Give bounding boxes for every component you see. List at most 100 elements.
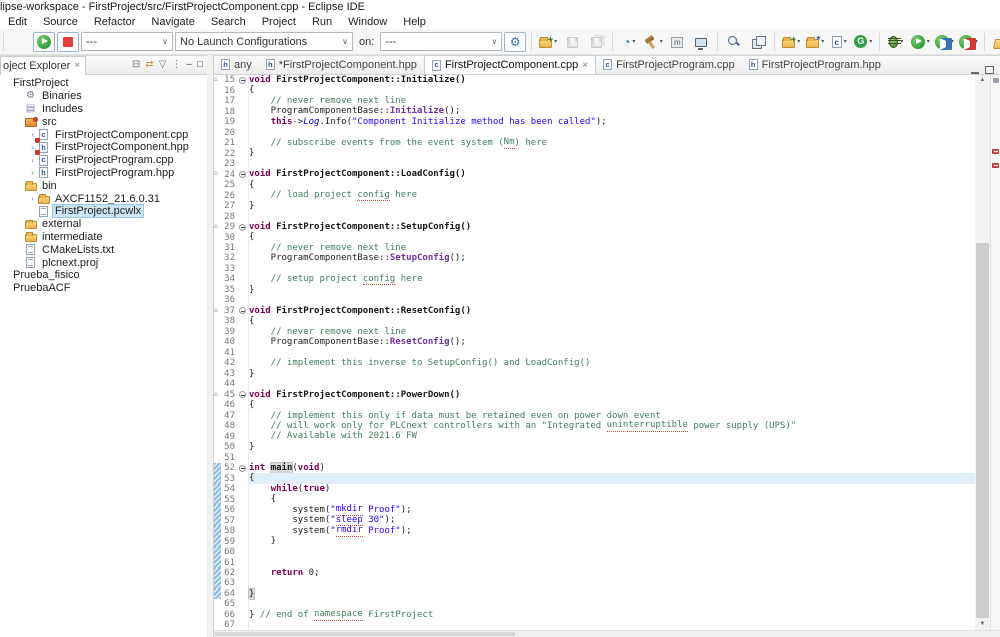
tree-item-prueba-fisico[interactable]: Prueba_fisico [0, 269, 207, 282]
fold-control[interactable] [237, 390, 249, 400]
fold-control[interactable] [237, 169, 249, 179]
tree-item-firstproject[interactable]: FirstProject [0, 77, 207, 90]
tree-item-binaries[interactable]: ⚙Binaries [0, 90, 207, 103]
tree-item-src[interactable]: src [0, 115, 207, 128]
collapse-fold-icon[interactable] [239, 391, 246, 398]
code-line-26[interactable]: 26 // load project config here [214, 190, 975, 200]
code-line-38[interactable]: 38{ [214, 316, 975, 326]
expander-icon[interactable]: › [28, 156, 37, 165]
code-line-36[interactable]: 36 [214, 295, 975, 305]
code-line-37[interactable]: △37void FirstProjectComponent::ResetConf… [214, 306, 975, 316]
code-line-27[interactable]: 27} [214, 201, 975, 211]
code-line-21[interactable]: 21 // subscribe events from the event sy… [214, 138, 975, 148]
editor-tab-firstprojectprogram-cpp[interactable]: cFirstProjectProgram.cpp [596, 55, 742, 74]
makefile-button[interactable]: m [666, 32, 688, 52]
code-line-43[interactable]: 43} [214, 369, 975, 379]
code-line-61[interactable]: 61 [214, 557, 975, 567]
overview-ruler[interactable] [990, 75, 1000, 630]
error-marker-icon[interactable] [992, 163, 999, 168]
indexer-button[interactable]: G▾ [852, 32, 874, 52]
open-element-button[interactable] [990, 32, 1000, 52]
collapse-all-icon[interactable]: ⊟ [132, 60, 140, 70]
console-button[interactable] [690, 32, 712, 52]
expander-icon[interactable]: › [28, 194, 37, 203]
code-line-56[interactable]: 56 system("mkdir Proof"); [214, 505, 975, 515]
code-line-33[interactable]: 33 [214, 264, 975, 274]
code-line-65[interactable]: 65 [214, 599, 975, 609]
filter-icon[interactable]: ▽ [159, 60, 167, 70]
code-line-30[interactable]: 30{ [214, 232, 975, 242]
scroll-up-icon[interactable]: ▲ [975, 75, 990, 86]
tree-item-firstprojectcomponent-cpp[interactable]: ›cFirstProjectComponent.cpp [0, 128, 207, 141]
code-line-22[interactable]: 22} [214, 148, 975, 158]
new-c-file-button[interactable]: c▾ [828, 32, 850, 52]
run-as-button[interactable]: ▾ [909, 32, 931, 52]
code-line-24[interactable]: △24void FirstProjectComponent::LoadConfi… [214, 169, 975, 179]
code-line-42[interactable]: 42 // implement this inverse to SetupCon… [214, 358, 975, 368]
menu-item-window[interactable]: Window [340, 15, 395, 29]
new-wizard-button[interactable]: ▾ [537, 32, 559, 52]
code-line-28[interactable]: 28 [214, 211, 975, 221]
maximize-icon[interactable] [985, 66, 994, 74]
code-line-31[interactable]: 31 // never remove next line [214, 243, 975, 253]
build-button[interactable]: ▾ [642, 32, 664, 52]
code-line-15[interactable]: △15void FirstProjectComponent::Initializ… [214, 75, 975, 85]
code-line-25[interactable]: 25{ [214, 180, 975, 190]
collapse-fold-icon[interactable] [239, 307, 246, 314]
code-line-46[interactable]: 46{ [214, 400, 975, 410]
menu-item-edit[interactable]: Edit [0, 15, 35, 29]
code-line-45[interactable]: △45void FirstProjectComponent::PowerDown… [214, 390, 975, 400]
code-line-20[interactable]: 20 [214, 127, 975, 137]
collapse-fold-icon[interactable] [239, 224, 246, 231]
code-line-47[interactable]: 47 // implement this only if data must b… [214, 411, 975, 421]
menu-item-navigate[interactable]: Navigate [143, 15, 202, 29]
code-line-18[interactable]: 18 ProgramComponentBase::Initialize(); [214, 106, 975, 116]
code-line-54[interactable]: 54 while(true) [214, 484, 975, 494]
code-line-34[interactable]: 34 // setup project config here [214, 274, 975, 284]
tree-item-external[interactable]: external [0, 218, 207, 231]
code-line-41[interactable]: 41 [214, 348, 975, 358]
menu-item-run[interactable]: Run [304, 15, 340, 29]
tree-item-firstprojectprogram-cpp[interactable]: ›cFirstProjectProgram.cpp [0, 154, 207, 167]
menu-item-refactor[interactable]: Refactor [86, 15, 144, 29]
overview-header-icon[interactable] [993, 78, 999, 83]
fold-control[interactable] [237, 306, 249, 316]
collapse-fold-icon[interactable] [239, 171, 246, 178]
run-config-combo[interactable]: ---∨ [81, 32, 173, 51]
minimize-icon[interactable] [971, 67, 979, 74]
maximize-icon[interactable]: □ [197, 60, 203, 70]
editor-tab-firstprojectcomponent-cpp[interactable]: cFirstProjectComponent.cpp× [424, 55, 596, 74]
code-line-35[interactable]: 35} [214, 285, 975, 295]
horizontal-scrollbar[interactable] [214, 630, 1000, 637]
scrollbar-thumb[interactable] [976, 243, 989, 618]
tree-item-includes[interactable]: ▤Includes [0, 103, 207, 116]
fold-control[interactable] [237, 222, 249, 232]
open-perspective-button[interactable] [747, 32, 769, 52]
search-button[interactable] [723, 32, 745, 52]
menu-item-help[interactable]: Help [395, 15, 434, 29]
code-line-55[interactable]: 55 { [214, 494, 975, 504]
editor-tab-firstprojectprogram-hpp[interactable]: hFirstProjectProgram.hpp [742, 55, 888, 74]
view-menu-icon[interactable]: ⋮ [171, 60, 181, 70]
menu-item-source[interactable]: Source [35, 15, 86, 29]
code-line-49[interactable]: 49 // Available with 2021.6 FW [214, 431, 975, 441]
link-with-editor-icon[interactable]: ⇄ [145, 60, 153, 70]
launch-config-combo[interactable]: No Launch Configurations∨ [175, 32, 353, 51]
stop-button[interactable] [57, 32, 79, 52]
tree-item-cmakelists-txt[interactable]: CMakeLists.txt [0, 243, 207, 256]
code-line-57[interactable]: 57 system("sleep 30"); [214, 515, 975, 525]
code-line-48[interactable]: 48 // will work only for PLCnext control… [214, 421, 975, 431]
vertical-scrollbar[interactable]: ▲ ▼ [975, 75, 990, 630]
code-line-62[interactable]: 62 return 0; [214, 568, 975, 578]
code-line-19[interactable]: 19 this->Log.Info("Component Initialize … [214, 117, 975, 127]
code-line-67[interactable]: 67 [214, 620, 975, 630]
tree-item-firstproject-pcwlx[interactable]: FirstProject.pcwlx [0, 205, 207, 218]
code-line-52[interactable]: 52int main(void) [214, 463, 975, 473]
collapse-fold-icon[interactable] [239, 465, 246, 472]
run-button[interactable] [33, 32, 55, 52]
tree-item-firstprojectcomponent-hpp[interactable]: ›hFirstProjectComponent.hpp [0, 141, 207, 154]
code-line-58[interactable]: 58 system("rmdir Proof"); [214, 526, 975, 536]
code-line-66[interactable]: 66} // end of namespace FirstProject [214, 610, 975, 620]
error-marker-icon[interactable] [992, 149, 999, 154]
profile-button[interactable]: ▾ [933, 32, 955, 52]
